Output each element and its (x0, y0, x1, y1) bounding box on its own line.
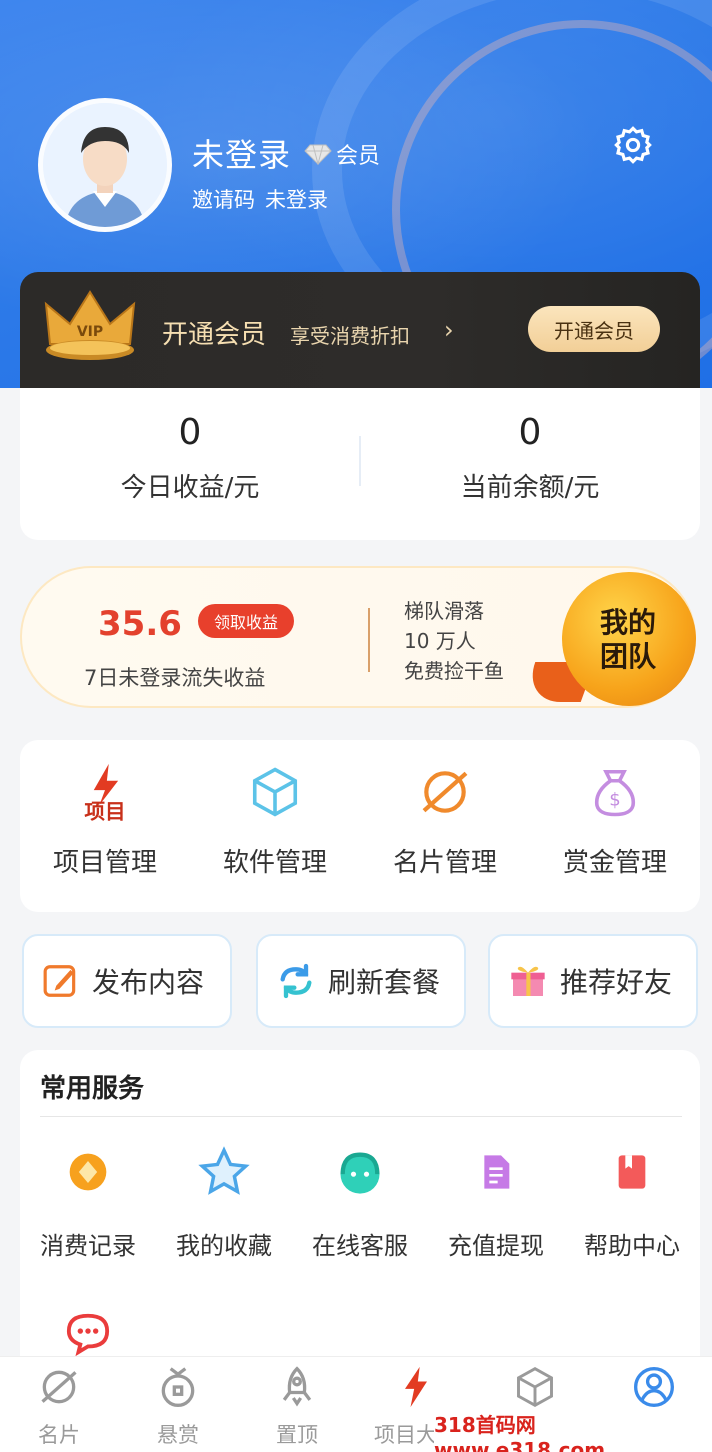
help-center-label: 帮助中心 (584, 1232, 680, 1260)
invite-value: 未登录 (265, 188, 328, 212)
recharge-withdraw-item[interactable]: 充值提现 (428, 1142, 564, 1261)
planet-icon (415, 760, 475, 824)
my-team-button[interactable]: 我的 团队 (520, 572, 696, 706)
today-earnings[interactable]: 0 今日收益/元 (20, 412, 360, 504)
tab-label: 置顶 (276, 1423, 318, 1447)
tab-pin-top[interactable]: 置顶 (238, 1365, 356, 1449)
online-service-label: 在线客服 (312, 1232, 408, 1260)
today-earnings-label: 今日收益/元 (120, 473, 260, 503)
vip-title: 开通会员 (162, 320, 267, 350)
username[interactable]: 未登录 (192, 130, 291, 176)
cube-icon (517, 1366, 553, 1408)
crown-text: VIP (77, 324, 103, 340)
team-badge-line: 团队 (599, 640, 656, 673)
chat-icon (66, 1313, 110, 1357)
open-vip-button[interactable]: 开通会员 (528, 306, 660, 352)
member-tag[interactable]: 会员 (304, 138, 380, 170)
watermark: 318首码网 www.e318.com (434, 1413, 712, 1452)
gear-icon (614, 126, 652, 164)
project-management-item[interactable]: 项目 项目管理 (20, 760, 190, 879)
member-label: 会员 (336, 144, 381, 169)
earnings-card: 0 今日收益/元 0 当前余额/元 (20, 388, 700, 540)
lost-amount: 35.6 (98, 604, 182, 644)
coin-bag-icon (161, 1367, 195, 1407)
publish-content-label: 发布内容 (92, 966, 205, 999)
software-management-item[interactable]: 软件管理 (190, 760, 360, 879)
team-badge-line: 我的 (599, 606, 656, 639)
claim-earnings-button[interactable]: 领取收益 (198, 604, 294, 638)
refresh-package-button[interactable]: 刷新套餐 (256, 934, 466, 1028)
balance-value: 0 (518, 412, 542, 453)
money-bag-icon: $ (585, 760, 645, 824)
recharge-withdraw-label: 充值提现 (448, 1232, 544, 1260)
invite-code: 邀请码 未登录 (192, 184, 328, 214)
chat-button[interactable] (64, 1310, 112, 1360)
user-icon (634, 1367, 674, 1407)
team-line: 梯队滑落 (404, 599, 484, 623)
balance-label: 当前余额/元 (460, 473, 600, 503)
vip-banner[interactable]: VIP 开通会员 享受消费折扣 › 开通会员 (20, 272, 700, 388)
headset-icon (330, 1142, 390, 1202)
consumption-record-label: 消费记录 (40, 1232, 136, 1260)
my-favorites-item[interactable]: 我的收藏 (156, 1142, 292, 1261)
divider (40, 1116, 682, 1117)
project-icon-text: 项目 (84, 799, 125, 823)
current-balance[interactable]: 0 当前余额/元 (360, 412, 700, 504)
crown-icon: VIP (44, 290, 136, 360)
tab-cards[interactable]: 名片 (0, 1365, 118, 1449)
help-center-item[interactable]: 帮助中心 (564, 1142, 700, 1261)
edit-icon (43, 965, 76, 997)
vip-subtitle: 享受消费折扣 (290, 324, 410, 348)
svg-text:$: $ (609, 790, 620, 811)
coin-icon (58, 1142, 118, 1202)
services-title: 常用服务 (40, 1074, 145, 1104)
diamond-icon (304, 144, 332, 165)
lost-earnings-label: 7日未登录流失收益 (84, 666, 266, 690)
user-avatar-icon (43, 103, 167, 227)
common-services: 常用服务 消费记录 我的收藏 在线客服 充值提现 帮助中心 (20, 1050, 700, 1370)
online-service-item[interactable]: 在线客服 (292, 1142, 428, 1261)
star-icon (194, 1142, 254, 1202)
avatar[interactable] (38, 98, 172, 232)
refresh-package-label: 刷新套餐 (328, 966, 441, 999)
team-badge-text: 我的 团队 (582, 606, 674, 674)
book-icon (602, 1142, 662, 1202)
team-line: 10 万人 (404, 629, 476, 653)
card-management-item[interactable]: 名片管理 (360, 760, 530, 879)
tab-label: 悬赏 (157, 1423, 199, 1447)
team-promo-text: 梯队滑落 10 万人 免费捡干鱼 (404, 596, 504, 686)
project-management-label: 项目管理 (52, 848, 157, 878)
today-earnings-value: 0 (178, 412, 202, 453)
gift-icon (511, 966, 545, 996)
bounty-management-item[interactable]: $ 赏金管理 (530, 760, 700, 879)
planet-icon (41, 1370, 77, 1404)
card-management-label: 名片管理 (392, 848, 497, 878)
tab-bounty[interactable]: 悬赏 (119, 1365, 237, 1449)
lost-earnings-card: 35.6 领取收益 7日未登录流失收益 梯队滑落 10 万人 免费捡干鱼 我的 … (20, 566, 696, 708)
publish-content-button[interactable]: 发布内容 (22, 934, 232, 1028)
settings-button[interactable] (612, 124, 654, 166)
cube-icon (245, 760, 305, 824)
recommend-friend-button[interactable]: 推荐好友 (488, 934, 698, 1028)
consumption-record-item[interactable]: 消费记录 (20, 1142, 156, 1261)
management-grid: 项目 项目管理 软件管理 名片管理 $ 赏金管理 (20, 740, 700, 912)
my-favorites-label: 我的收藏 (176, 1232, 272, 1260)
tab-label: 名片 (38, 1423, 80, 1447)
recommend-friend-label: 推荐好友 (560, 966, 673, 999)
project-lightning-icon: 项目 (75, 760, 135, 824)
invite-label: 邀请码 (192, 188, 255, 212)
rocket-icon (282, 1366, 312, 1407)
bounty-management-label: 赏金管理 (562, 848, 667, 878)
team-line: 免费捡干鱼 (404, 659, 504, 683)
software-management-label: 软件管理 (222, 848, 327, 878)
document-icon (466, 1142, 526, 1202)
chevron-right-icon: › (444, 316, 454, 344)
lightning-icon (405, 1366, 427, 1408)
refresh-icon (280, 963, 312, 999)
divider (368, 608, 370, 672)
